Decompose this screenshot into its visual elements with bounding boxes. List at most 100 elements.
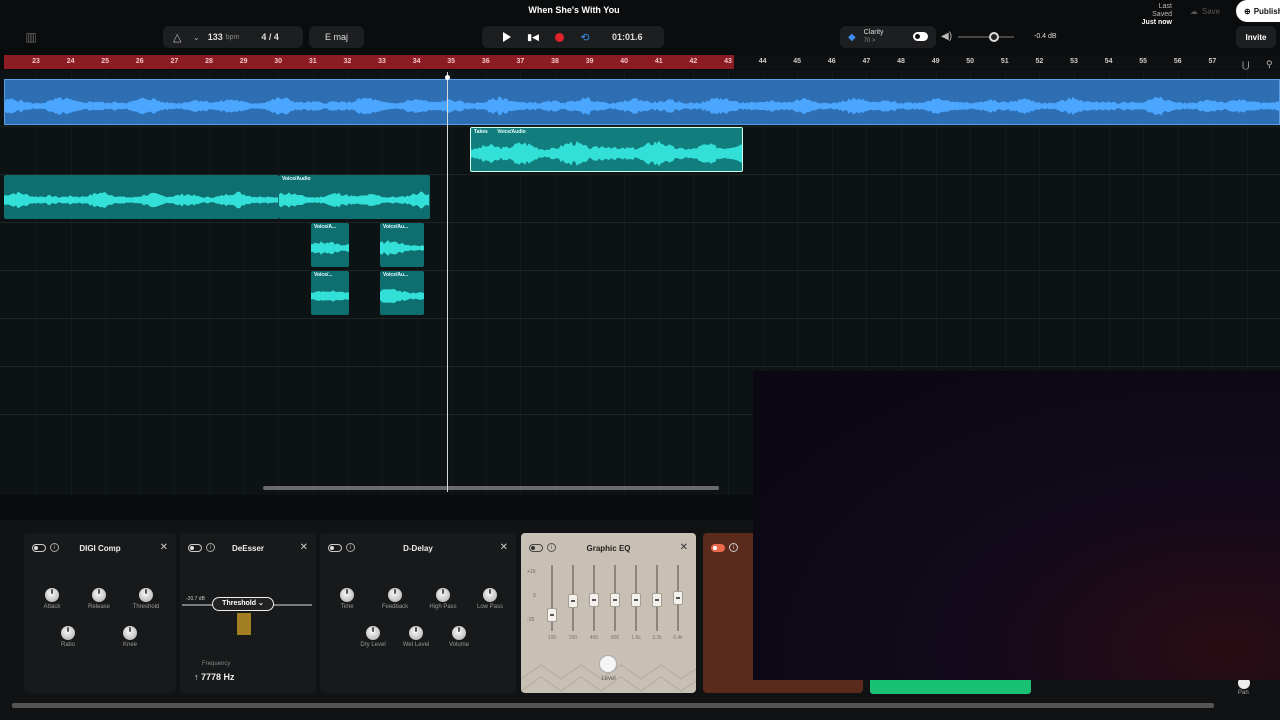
threshold-selector[interactable]: Threshold ⌄ <box>212 597 274 611</box>
master-volume-slider[interactable] <box>958 32 1014 42</box>
publish-button[interactable]: ⊕ Publish <box>1236 0 1280 22</box>
tempo-control[interactable]: △ ⌄ 133 bpm 4 / 4 <box>163 26 303 48</box>
playhead-handle[interactable] <box>445 75 450 80</box>
clarity-control[interactable]: ◆ Clarity 70 > <box>840 26 936 48</box>
ruler-bar-number: 50 <box>966 58 975 65</box>
ruler-bar-number: 27 <box>170 58 179 65</box>
play-button[interactable] <box>494 32 520 42</box>
knob-ratio[interactable]: Ratio <box>42 626 94 648</box>
fx-enable-toggle[interactable] <box>188 544 202 552</box>
knob-label: Release <box>87 604 110 610</box>
eq-band-slider[interactable]: 3.2k <box>652 565 662 641</box>
eq-band-frequency: 100 <box>547 635 557 641</box>
eq-slider-thumb[interactable] <box>631 592 641 607</box>
knob-release[interactable]: Release <box>73 588 125 610</box>
invite-button[interactable]: Invite <box>1236 26 1276 48</box>
key-selector[interactable]: E maj <box>309 26 364 48</box>
chevron-down-icon[interactable]: ⌄ <box>193 33 200 42</box>
ruler-bar-number: 37 <box>516 58 525 65</box>
master-audio-clip[interactable] <box>4 79 1280 125</box>
volume-slider-handle[interactable] <box>989 32 999 42</box>
clarity-label: Clarity <box>863 29 884 36</box>
ruler-bar-number: 57 <box>1208 58 1217 65</box>
knob-dial[interactable] <box>483 588 497 602</box>
eq-level-knob[interactable] <box>599 655 617 673</box>
frequency-value-text: 7778 Hz <box>201 672 235 682</box>
voice-clip-left[interactable] <box>4 175 279 219</box>
knob-dial[interactable] <box>45 588 59 602</box>
eq-band-slider[interactable]: 200 <box>568 565 578 641</box>
knob-high-pass[interactable]: High Pass <box>417 588 469 610</box>
video-overlay <box>753 371 1280 680</box>
close-icon[interactable]: ✕ <box>300 542 308 553</box>
small-voice-clip[interactable]: Voice/Au... <box>380 223 424 267</box>
bpm-value[interactable]: 133 <box>208 32 223 42</box>
small-voice-clip[interactable]: Voice/... <box>311 271 349 315</box>
panel-scrollbar[interactable] <box>12 703 1214 708</box>
info-icon[interactable]: i <box>206 543 215 552</box>
rewind-button[interactable]: ▮◀ <box>520 32 546 43</box>
close-icon[interactable]: ✕ <box>680 542 688 553</box>
knob-volume[interactable]: Volume <box>433 626 485 648</box>
timeline-ruler[interactable]: 23 24 25 26 27 28 29 30 31 32 33 34 35 36 37 38 39 40 41 42… <box>4 55 1280 69</box>
knob-threshold[interactable]: Threshold <box>120 588 172 610</box>
info-icon[interactable]: i <box>729 543 738 552</box>
eq-band-slider[interactable]: 6.4k <box>673 565 683 641</box>
record-button[interactable] <box>546 32 572 42</box>
knob-time[interactable]: Time <box>321 588 373 610</box>
voice-clip-right[interactable]: Voice/Audio <box>279 175 430 219</box>
fx-name: D-Delay <box>403 544 433 553</box>
knob-dial[interactable] <box>139 588 153 602</box>
knob-dial[interactable] <box>340 588 354 602</box>
eq-band-slider[interactable]: 100 <box>547 565 557 641</box>
eq-band-slider[interactable]: 800 <box>610 565 620 641</box>
small-voice-clip[interactable]: Voice/Au... <box>380 271 424 315</box>
ruler-bar-number: 34 <box>412 58 421 65</box>
clarity-value[interactable]: 70 > <box>864 37 884 46</box>
knob-dial[interactable] <box>366 626 380 640</box>
eq-band-slider[interactable]: 1.6k <box>631 565 641 641</box>
timeline-scrollbar[interactable] <box>263 486 719 490</box>
knob-low-pass[interactable]: Low Pass <box>464 588 516 610</box>
d-delay-card: i D-Delay ✕ Time Feedback High Pass Low … <box>320 533 516 693</box>
small-voice-clip[interactable]: Voice/A... <box>311 223 349 267</box>
eq-slider-thumb[interactable] <box>610 592 620 607</box>
eq-slider-thumb[interactable] <box>568 594 578 609</box>
eq-slider-thumb[interactable] <box>673 591 683 605</box>
add-effect-button[interactable] <box>870 678 1031 694</box>
deesser-card: i DeEsser ✕ -20.7 dB Threshold ⌄ Frequen… <box>180 533 316 693</box>
playhead[interactable] <box>447 72 448 492</box>
knob-dial[interactable] <box>61 626 75 640</box>
knob-dial[interactable] <box>123 626 137 640</box>
grid-toggle-icon[interactable]: ▥ <box>20 26 42 48</box>
knob-dial[interactable] <box>388 588 402 602</box>
knob-attack[interactable]: Attack <box>26 588 78 610</box>
speaker-icon[interactable]: ◀) <box>941 31 952 42</box>
knob-dial[interactable] <box>92 588 106 602</box>
knob-dial[interactable] <box>409 626 423 640</box>
knob-dial[interactable] <box>436 588 450 602</box>
waveform-shape <box>5 96 1280 116</box>
knob-knee[interactable]: Knee <box>104 626 156 648</box>
graphic-eq-card: i Graphic EQ ✕ +15 0 -15 100 200 400 800 1.6… <box>521 533 696 693</box>
clarity-toggle[interactable] <box>913 32 928 41</box>
frequency-value[interactable]: ↑ 7778 Hz <box>194 672 235 682</box>
eq-slider-thumb[interactable] <box>547 608 557 623</box>
knob-feedback[interactable]: Feedback <box>369 588 421 610</box>
time-display: 01:01.6 <box>612 32 643 42</box>
metronome-icon[interactable]: △ <box>173 31 187 44</box>
knob-label: Ratio <box>60 642 75 648</box>
loop-button[interactable]: ⟲ <box>572 31 598 44</box>
voice-clip-label: Voice/Audio <box>282 176 311 182</box>
time-signature[interactable]: 4 / 4 <box>261 32 279 42</box>
zoom-icon[interactable]: ⚲ <box>1266 59 1273 70</box>
eq-slider-thumb[interactable] <box>589 592 599 607</box>
close-icon[interactable]: ✕ <box>160 542 168 553</box>
eq-slider-thumb[interactable] <box>652 592 662 607</box>
knob-dial[interactable] <box>452 626 466 640</box>
close-icon[interactable]: ✕ <box>500 542 508 553</box>
takes-clip[interactable]: Takes Voice/Audio <box>470 127 743 172</box>
fx-enable-toggle[interactable] <box>711 544 725 552</box>
eq-band-slider[interactable]: 400 <box>589 565 599 641</box>
save-button[interactable]: ☁ Save <box>1180 3 1230 20</box>
